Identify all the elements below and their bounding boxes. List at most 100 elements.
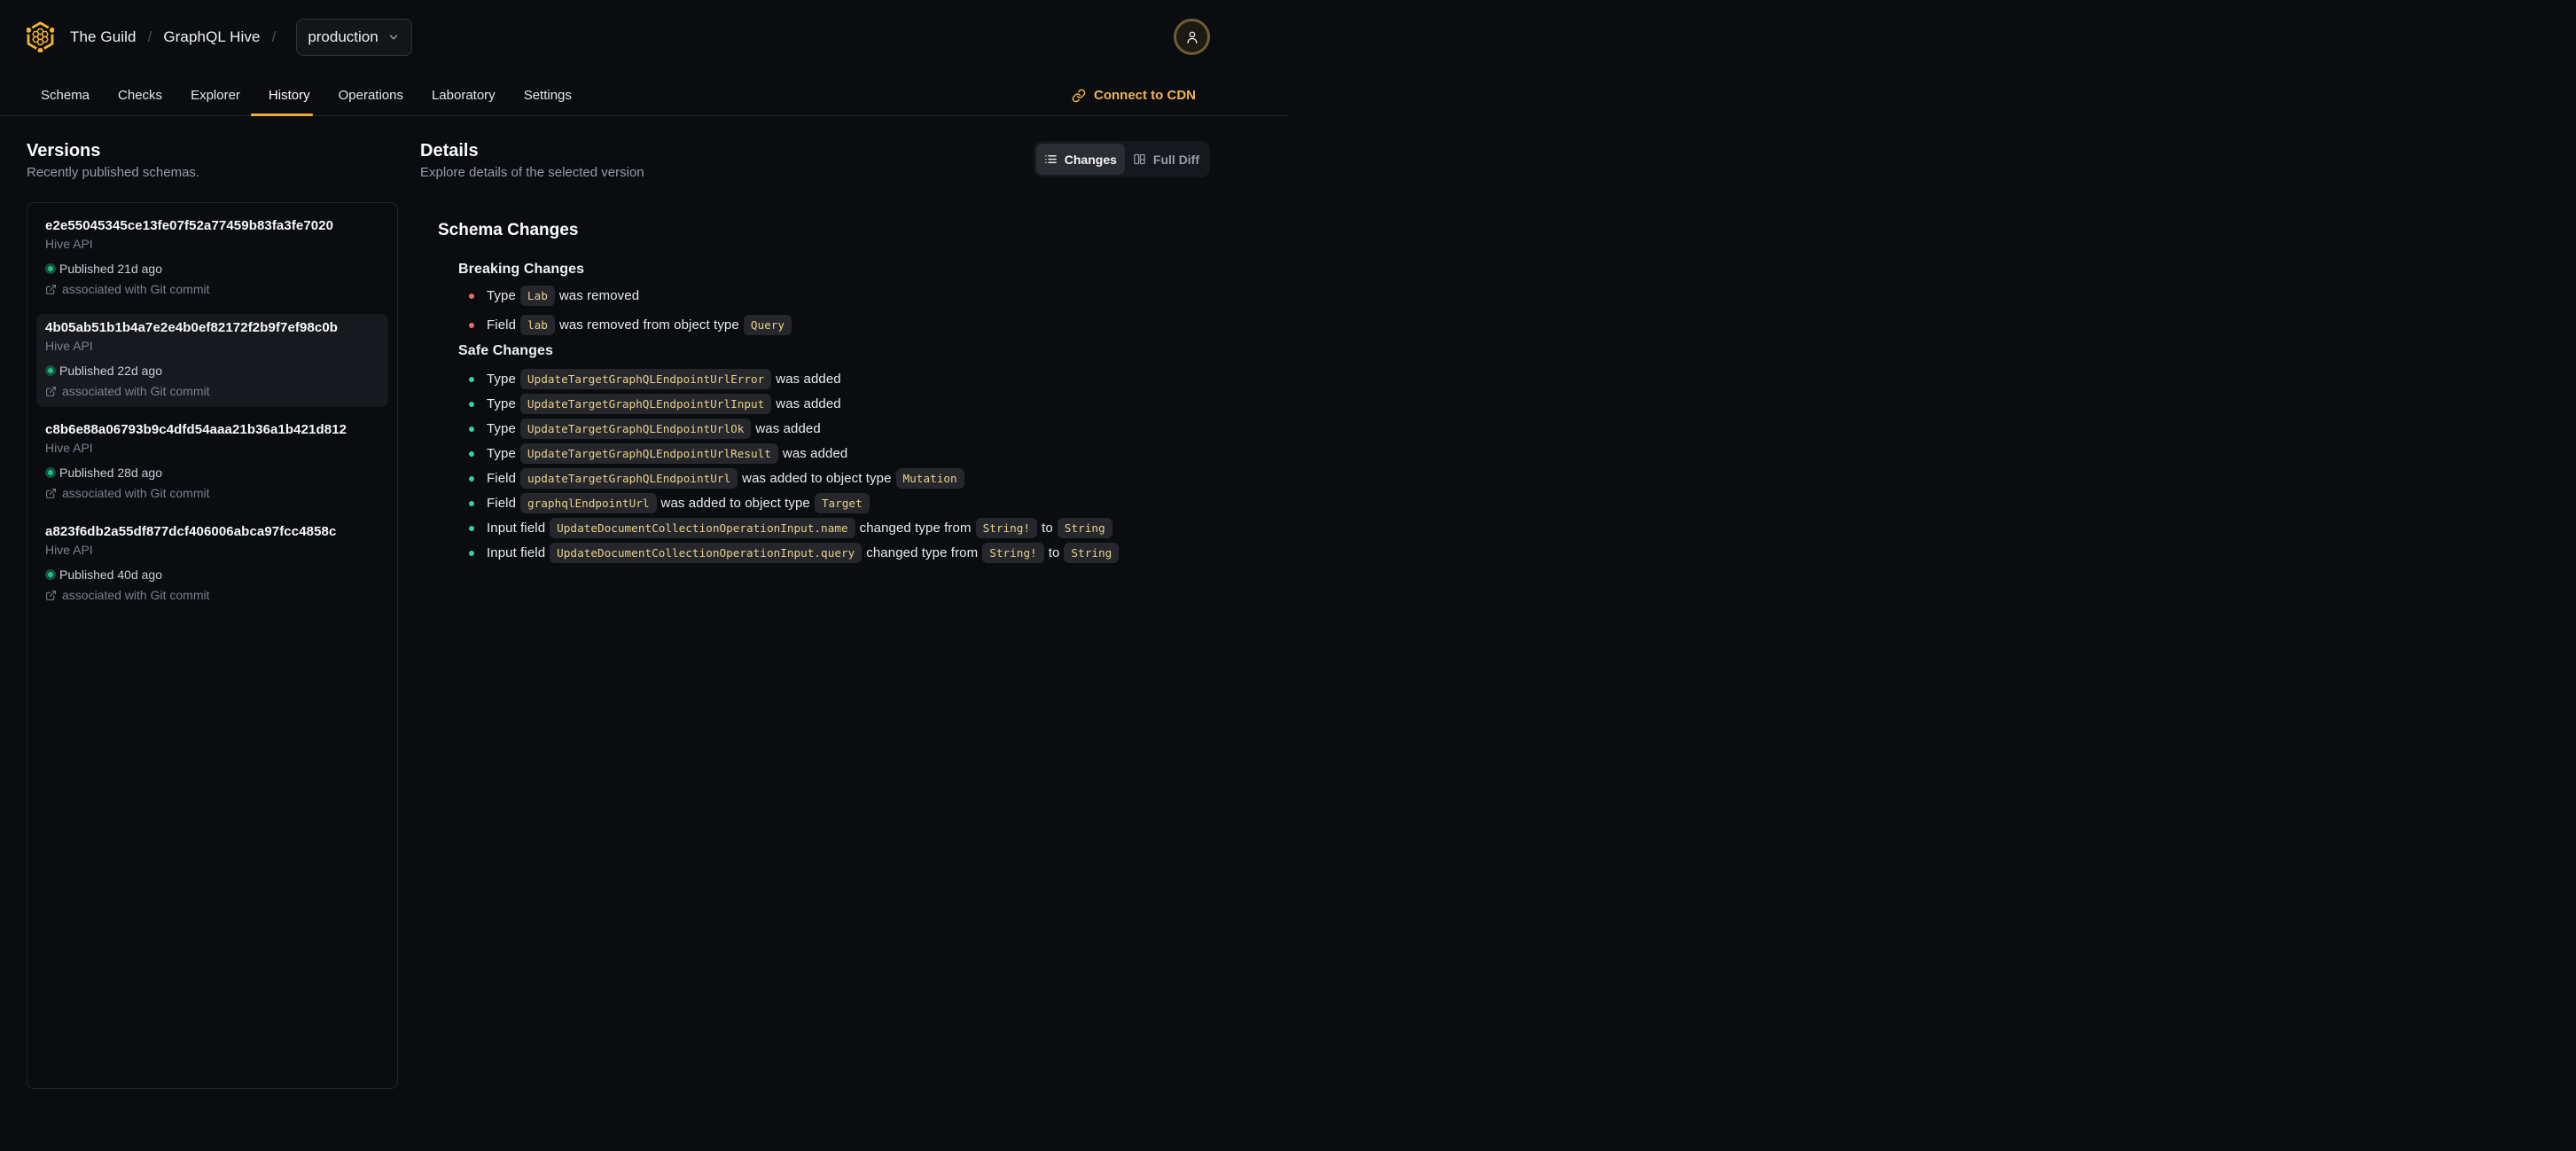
version-status-row: Published 21d ago: [45, 259, 379, 278]
version-commit-hash: a823f6db2a55df877dcf406006abca97fcc4858c: [45, 524, 337, 539]
changes-view-label: Changes: [1064, 152, 1117, 167]
version-git-row[interactable]: associated with Git commit: [45, 279, 379, 299]
code-badge: String: [1057, 518, 1112, 538]
details-panel: Details Explore details of the selected …: [420, 140, 1210, 1089]
version-git-row[interactable]: associated with Git commit: [45, 381, 379, 401]
tab-history[interactable]: History: [250, 88, 324, 116]
change-text: was added to object type: [660, 496, 810, 511]
tab-laboratory[interactable]: Laboratory: [418, 88, 510, 115]
safe-changes-group: Safe Changes Type UpdateTargetGraphQLEndp…: [438, 341, 1210, 563]
tab-checks[interactable]: Checks: [104, 88, 176, 115]
change-text: Type: [487, 446, 516, 461]
code-badge: UpdateTargetGraphQLEndpointUrlOk: [519, 419, 752, 439]
list-icon: [1044, 155, 1057, 163]
safe-change-item: Type UpdateTargetGraphQLEndpointUrlOk was …: [458, 419, 1210, 439]
change-text: changed type from: [866, 545, 979, 560]
view-mode-toggle: Changes Full Diff: [1033, 141, 1210, 177]
breaking-changes-group: Breaking Changes Type Lab was removed Fiel…: [438, 260, 1210, 335]
versions-subtitle: Recently published schemas.: [27, 165, 200, 180]
version-commit-hash: e2e55045345ce13fe07f52a77459b83fa3fe7020: [45, 218, 334, 233]
full-diff-view-button[interactable]: Full Diff: [1125, 144, 1207, 175]
safe-change-item: Input field UpdateDocumentCollectionOpera…: [458, 543, 1210, 563]
published-status-text: Published 22d ago: [59, 364, 162, 378]
change-text: Field: [487, 496, 517, 511]
code-badge: UpdateDocumentCollectionOperationInput.n…: [550, 518, 855, 538]
change-text: Input field: [487, 545, 546, 560]
code-badge: Query: [743, 315, 792, 335]
code-badge: String: [1064, 543, 1120, 563]
chevron-down-icon: [389, 35, 397, 39]
details-header: Details Explore details of the selected …: [420, 140, 1210, 182]
safe-change-item: Field updateTargetGraphQLEndpointUrl was a…: [458, 468, 1210, 489]
user-avatar[interactable]: [1174, 19, 1210, 55]
published-status-dot: [45, 263, 56, 274]
safe-change-item: Input field UpdateDocumentCollectionOpera…: [458, 518, 1210, 538]
safe-change-item: Type UpdateTargetGraphQLEndpointUrlInput w…: [458, 394, 1210, 414]
safe-change-item: Type UpdateTargetGraphQLEndpointUrlResult…: [458, 443, 1210, 464]
breadcrumb-project[interactable]: GraphQL Hive: [163, 28, 260, 46]
change-text: was removed: [558, 288, 640, 303]
change-text: Field: [487, 471, 517, 486]
version-list-item[interactable]: c8b6e88a06793b9c4dfd54aaa21b36a1b421d812…: [36, 416, 388, 509]
published-status-text: Published 21d ago: [59, 262, 162, 276]
tab-settings[interactable]: Settings: [510, 88, 586, 115]
breaking-change-item: Field lab was removed from object type Quer…: [458, 315, 1210, 335]
target-selector-value: production: [308, 27, 379, 45]
safe-changes-title: Safe Changes: [458, 343, 554, 358]
version-list-item[interactable]: a823f6db2a55df877dcf406006abca97fcc4858c…: [36, 518, 388, 611]
details-subtitle: Explore details of the selected version: [420, 165, 644, 180]
graphql-hive-logo-icon[interactable]: [27, 21, 54, 52]
published-status-dot: [45, 365, 56, 376]
change-text: changed type from: [859, 521, 972, 536]
external-link-icon: [46, 488, 56, 498]
version-service-name: Hive API: [45, 441, 93, 455]
change-text: was removed from object type: [558, 317, 739, 333]
connect-to-cdn-button[interactable]: Connect to CDN: [1072, 88, 1196, 115]
breadcrumb-separator: /: [147, 27, 152, 45]
git-commit-link-text: associated with Git commit: [62, 486, 210, 500]
code-badge: Lab: [519, 286, 555, 306]
tab-schema[interactable]: Schema: [27, 88, 104, 115]
version-status-row: Published 28d ago: [45, 463, 379, 482]
code-badge: graphqlEndpointUrl: [520, 493, 657, 513]
tab-explorer[interactable]: Explorer: [176, 88, 254, 115]
change-text: to: [1042, 521, 1053, 536]
versions-panel: Versions Recently published schemas. e2e…: [27, 140, 398, 1089]
git-commit-link-text: associated with Git commit: [62, 384, 210, 398]
change-text: was added: [782, 446, 848, 461]
code-badge: lab: [520, 315, 555, 335]
target-selector-dropdown[interactable]: production: [296, 18, 412, 56]
main-content: Versions Recently published schemas. e2e…: [0, 116, 1288, 1089]
tab-operations[interactable]: Operations: [324, 88, 418, 115]
version-list-item[interactable]: e2e55045345ce13fe07f52a77459b83fa3fe7020…: [36, 212, 388, 305]
version-git-row[interactable]: associated with Git commit: [45, 483, 379, 503]
change-text: was added: [776, 372, 841, 387]
version-service-name: Hive API: [45, 543, 93, 557]
breadcrumb: The Guild / GraphQL Hive /: [70, 28, 287, 46]
code-badge: Mutation: [895, 468, 964, 489]
external-link-icon: [46, 284, 56, 294]
breaking-changes-list: Type Lab was removed Field lab was removed f…: [458, 286, 1210, 335]
link-icon: [1072, 89, 1086, 102]
code-badge: Target: [814, 493, 870, 513]
safe-change-item: Type UpdateTargetGraphQLEndpointUrlError w…: [458, 369, 1210, 389]
breaking-change-item: Type Lab was removed: [458, 286, 1210, 306]
change-text: Type: [487, 372, 516, 387]
versions-list: e2e55045345ce13fe07f52a77459b83fa3fe7020…: [27, 202, 398, 1089]
published-status-text: Published 40d ago: [59, 568, 162, 582]
version-service-name: Hive API: [45, 237, 93, 251]
change-text: to: [1048, 545, 1060, 560]
published-status-dot: [45, 467, 56, 478]
external-link-icon: [46, 386, 56, 396]
connect-to-cdn-label: Connect to CDN: [1094, 88, 1196, 103]
version-git-row[interactable]: associated with Git commit: [45, 585, 379, 605]
code-badge: updateTargetGraphQLEndpointUrl: [520, 468, 738, 489]
safe-changes-list: Type UpdateTargetGraphQLEndpointUrlError w…: [458, 369, 1210, 563]
code-badge: UpdateTargetGraphQLEndpointUrlInput: [519, 394, 772, 414]
code-badge: UpdateTargetGraphQLEndpointUrlResult: [519, 443, 778, 464]
changes-view-button[interactable]: Changes: [1035, 144, 1125, 175]
version-list-item[interactable]: 4b05ab51b1b4a7e2e4b0ef82172f2b9f7ef98c0b…: [36, 314, 388, 407]
change-text: was added: [755, 421, 821, 436]
change-text: Input field: [487, 521, 546, 536]
breadcrumb-org[interactable]: The Guild: [70, 28, 137, 46]
